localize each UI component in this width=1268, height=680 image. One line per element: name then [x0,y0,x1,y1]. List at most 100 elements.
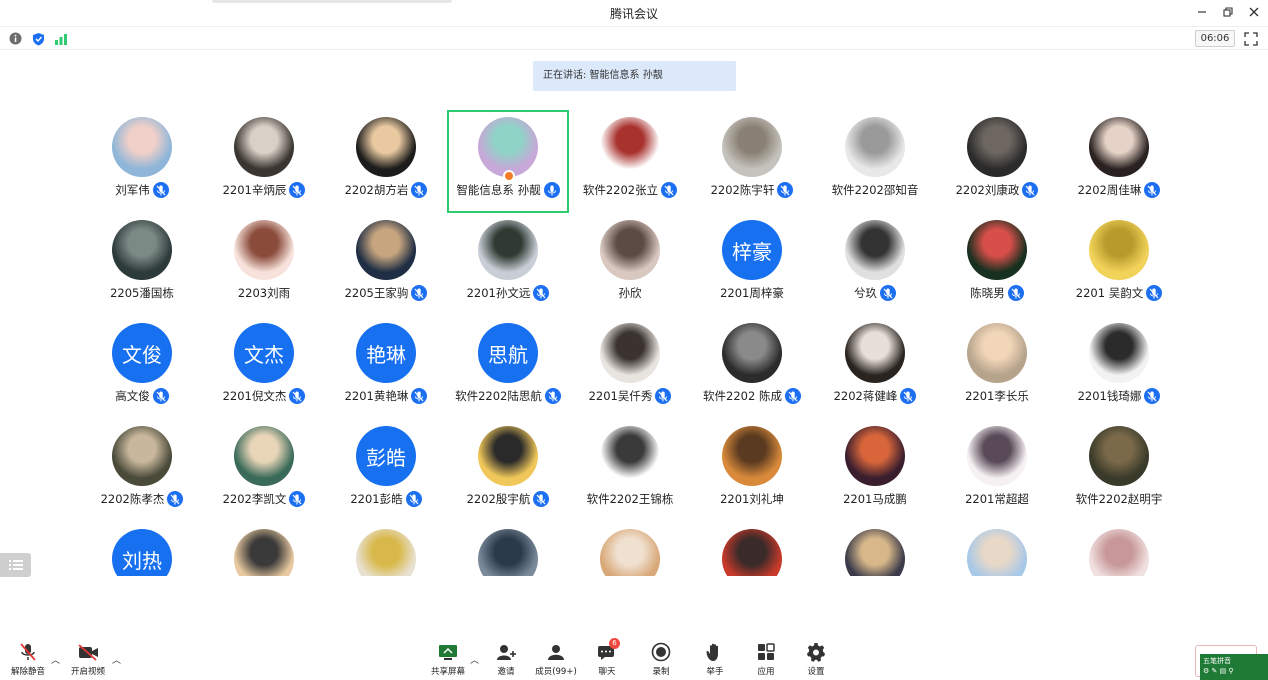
participant-tile[interactable]: 2201刘礼坤 [691,419,813,522]
mic-muted-icon [661,182,678,198]
participant-tile[interactable]: 孙欣 [569,213,691,316]
participant-tile[interactable]: 刘军伟 [81,110,203,213]
participant-name: 2202殷宇航 [466,492,531,506]
participant-name-row: 2205潘国栋 [81,285,203,301]
ime-label: 五笔拼音 [1203,657,1231,665]
audio-options-caret[interactable]: ︿ [51,653,61,666]
participant-tile[interactable]: 思航 软件2202陆思航 [447,316,569,419]
participant-tile[interactable]: 软件2202 陈成 [691,316,813,419]
ime-toolbar[interactable]: 五笔拼音 ⚙ ✎ ▤ ⚲ [1200,654,1268,680]
participant-tile[interactable]: 软件2202张立 [569,110,691,213]
apps-button[interactable]: 应用 [744,642,788,680]
participant-tile[interactable]: 2201常超超 [936,419,1058,522]
participant-tile[interactable]: 文杰 2201倪文杰 [203,316,325,419]
participant-tile[interactable]: 2205王家驹 [325,213,447,316]
participant-tile[interactable]: 2202李凯文 [203,419,325,522]
participant-tile[interactable]: 刘热 [81,522,203,576]
participant-name: 2205潘国栋 [110,286,174,300]
participant-name: 2201黄艳琳 [344,389,409,403]
participant-tile[interactable]: 2202殷宇航 [447,419,569,522]
participant-tile[interactable]: 软件2202王锦栋 [569,419,691,522]
participant-name: 软件2202邵知音 [831,183,919,197]
mic-muted-icon [167,491,184,507]
participant-tile[interactable]: 软件2202邵知音 [814,110,936,213]
participant-tile[interactable]: 2201李长乐 [936,316,1058,419]
mic-muted-icon [411,182,428,198]
participant-tile[interactable]: 2202蒋健峰 [814,316,936,419]
participant-tile[interactable]: 文俊 高文俊 [81,316,203,419]
participant-tile[interactable]: 陈晓男 [936,213,1058,316]
participant-tile[interactable]: 智能信息系 孙靓 [447,110,569,213]
restore-icon[interactable] [1220,4,1236,20]
participant-tile[interactable]: 2201孙文远 [447,213,569,316]
participant-list-toggle[interactable] [0,553,31,577]
participant-name-row: 2201周梓豪 [691,285,813,301]
participant-tile[interactable]: 2201 吴韵文 [1058,213,1180,316]
close-icon[interactable] [1246,4,1262,20]
avatar [600,529,660,576]
fullscreen-icon[interactable] [1244,31,1260,47]
avatar [356,529,416,576]
participant-tile[interactable]: 2201马成鹏 [814,419,936,522]
participant-tile[interactable] [569,522,691,576]
mic-muted-icon [152,182,169,198]
participant-grid: 刘军伟 2201辛炳辰 2202胡方岩 智能信息系 孙靓 软件2202张立 2202陈宇轩… [81,110,1181,576]
security-shield-icon[interactable] [31,31,46,46]
participant-tile[interactable]: 2201辛炳辰 [203,110,325,213]
host-badge-icon [503,170,515,182]
participant-tile[interactable] [691,522,813,576]
share-screen-button[interactable]: 共享屏幕 [426,642,470,680]
participant-tile[interactable]: 2202陈孝杰 [81,419,203,522]
participant-tile[interactable] [203,522,325,576]
participant-tile[interactable]: 2201钱琦娜 [1058,316,1180,419]
participant-name-row: 2201黄艳琳 [325,388,447,404]
mic-muted-icon [900,388,917,404]
participant-tile[interactable]: 2202陈宇轩 [691,110,813,213]
participant-tile[interactable]: 软件2202赵明宇 [1058,419,1180,522]
participant-tile[interactable]: 2202周佳琳 [1058,110,1180,213]
participant-tile[interactable] [1058,522,1180,576]
unmute-button[interactable]: 解除静音 [6,642,50,680]
avatar [478,117,538,177]
chat-unread-badge: 6 [609,638,620,649]
avatar [967,220,1027,280]
participant-tile[interactable]: 梓豪 2201周梓豪 [691,213,813,316]
mic-muted-icon [777,182,794,198]
avatar-initials: 刘热 [112,529,172,576]
raise-hand-button[interactable]: 举手 [693,642,737,680]
participant-tile[interactable] [936,522,1058,576]
signal-strength-icon[interactable] [53,31,68,46]
settings-button[interactable]: 设置 [794,642,838,680]
participant-name-row: 2202周佳琳 [1058,182,1180,198]
chat-button[interactable]: 6 聊天 [585,638,629,680]
avatar [967,426,1027,486]
info-icon[interactable] [8,31,23,46]
participant-tile[interactable]: 彭皓 2201彭皓 [325,419,447,522]
members-button[interactable]: 成员(99+) [534,642,578,680]
invite-button[interactable]: 邀请 [484,642,528,680]
title-bar: 腾讯会议 [0,0,1268,26]
participant-tile[interactable]: 2202胡方岩 [325,110,447,213]
participant-tile[interactable]: 2202刘康政 [936,110,1058,213]
participant-tile[interactable]: 2203刘雨 [203,213,325,316]
participant-name: 2202蒋健峰 [833,389,898,403]
participant-name-row: 高文俊 [81,388,203,404]
record-button[interactable]: 录制 [639,642,683,680]
avatar [234,117,294,177]
participant-tile[interactable]: 艳琳 2201黄艳琳 [325,316,447,419]
participant-name-row: 2201李长乐 [936,388,1058,404]
avatar-initials: 梓豪 [722,220,782,280]
share-screen-icon [437,642,459,662]
video-options-caret[interactable]: ︿ [112,653,122,666]
participant-tile[interactable] [325,522,447,576]
start-video-button[interactable]: 开启视频 [66,642,110,680]
mic-muted-icon [1022,182,1039,198]
participant-tile[interactable]: 2201吴仟秀 [569,316,691,419]
share-options-caret[interactable]: ︿ [470,653,480,666]
participant-tile[interactable] [447,522,569,576]
participant-tile[interactable]: 兮玖 [814,213,936,316]
participant-name: 2202陈宇轩 [710,183,775,197]
participant-tile[interactable] [814,522,936,576]
participant-tile[interactable]: 2205潘国栋 [81,213,203,316]
minimize-icon[interactable] [1194,4,1210,20]
